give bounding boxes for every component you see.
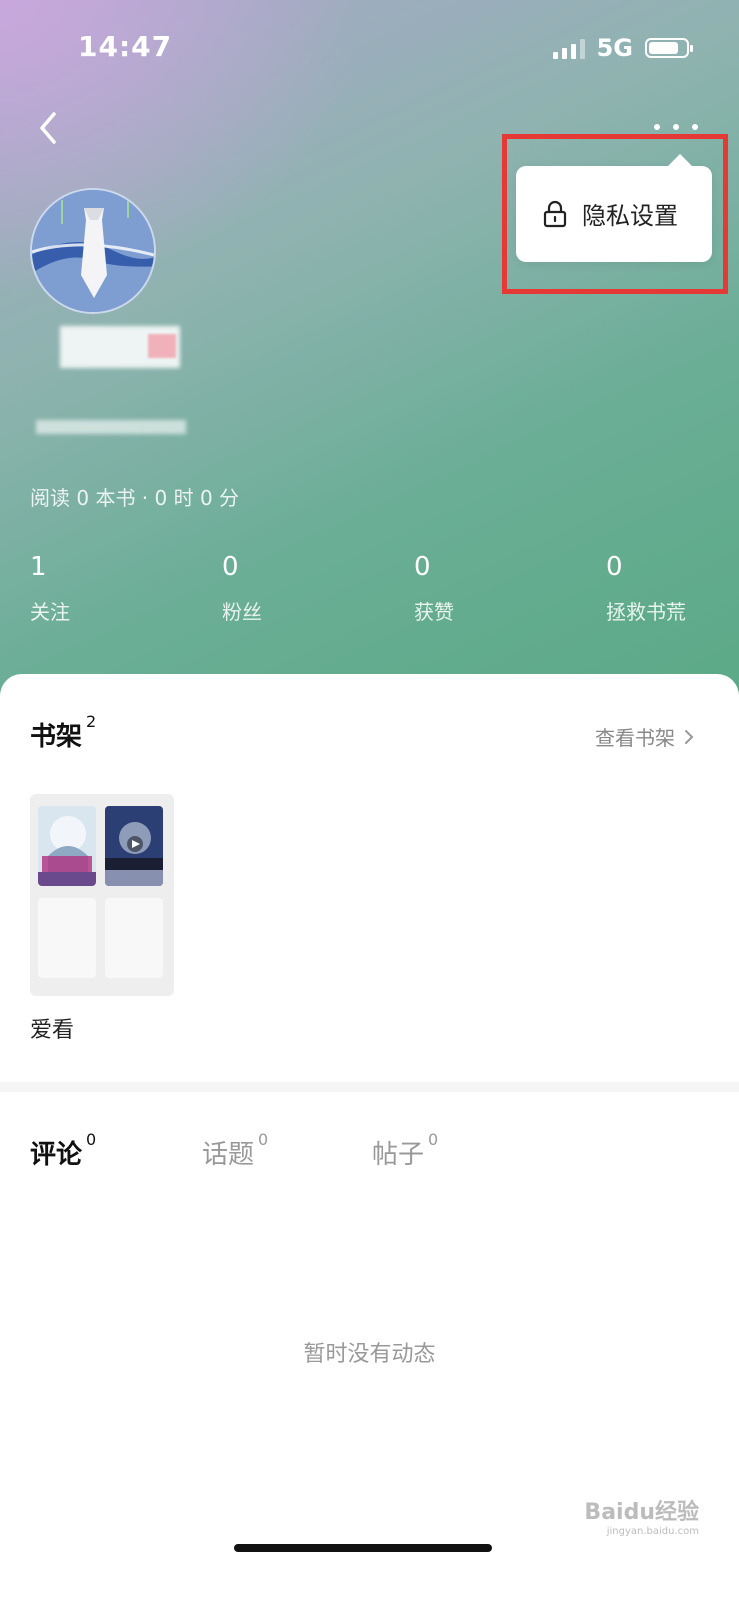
book-cover <box>38 806 96 886</box>
avatar[interactable] <box>30 188 156 314</box>
view-bookshelf-label: 查看书架 <box>595 726 675 750</box>
tab-count: 0 <box>258 1130 269 1149</box>
chevron-left-icon <box>40 112 56 144</box>
tab-topics[interactable]: 话题0 <box>202 1130 268 1171</box>
stat-value: 0 <box>222 552 239 582</box>
more-dots-icon <box>654 124 660 130</box>
reading-summary: 阅读 0 本书 · 0 时 0 分 <box>30 486 240 510</box>
status-indicators: 5G <box>552 34 693 62</box>
tab-comments[interactable]: 评论0 <box>30 1130 96 1171</box>
stat-likes[interactable]: 0 获赞 <box>414 552 454 625</box>
stat-value: 1 <box>30 552 47 582</box>
tab-label: 帖子 <box>372 1140 425 1170</box>
tab-label: 评论 <box>30 1140 83 1170</box>
chevron-right-icon <box>685 729 694 744</box>
view-bookshelf-link[interactable]: 查看书架 <box>595 722 695 751</box>
avatar-image <box>32 190 154 312</box>
bookshelf-title: 书架2 <box>30 712 96 753</box>
stat-book-rescue[interactable]: 0 拯救书荒 <box>606 552 686 625</box>
watermark-brand: Baidu经验 <box>584 1500 699 1525</box>
stat-value: 0 <box>414 552 431 582</box>
network-type: 5G <box>596 34 633 62</box>
stat-label: 拯救书荒 <box>606 600 686 624</box>
home-indicator[interactable] <box>234 1544 492 1552</box>
bookshelf-folder-name: 爱看 <box>30 1018 75 1043</box>
bookshelf-count: 2 <box>86 712 97 731</box>
tab-posts[interactable]: 帖子0 <box>372 1130 438 1171</box>
bio-redacted <box>36 420 186 434</box>
stat-followers[interactable]: 0 粉丝 <box>222 552 262 625</box>
stat-value: 0 <box>606 552 623 582</box>
empty-activity-text: 暂时没有动态 <box>303 1342 436 1367</box>
book-cover-placeholder <box>38 898 96 978</box>
watermark-url: jingyan.baidu.com <box>606 1526 699 1537</box>
username-redacted-accent <box>148 334 176 358</box>
signal-icon <box>552 37 585 59</box>
battery-icon <box>645 38 693 58</box>
back-button[interactable] <box>30 108 70 148</box>
stat-following[interactable]: 1 关注 <box>30 552 70 625</box>
tab-count: 0 <box>86 1130 97 1149</box>
tab-label: 话题 <box>202 1140 255 1170</box>
bookshelf-folder[interactable] <box>30 794 174 996</box>
stat-label: 粉丝 <box>222 600 262 624</box>
annotation-highlight-box <box>502 134 728 294</box>
watermark: Baidu经验 jingyan.baidu.com <box>584 1494 699 1537</box>
stat-label: 获赞 <box>414 600 454 624</box>
book-cover-placeholder <box>105 898 163 978</box>
book-cover <box>105 806 163 886</box>
tab-count: 0 <box>428 1130 439 1149</box>
section-divider <box>0 1082 739 1092</box>
bookshelf-title-text: 书架 <box>30 722 83 752</box>
status-time: 14:47 <box>78 30 173 63</box>
stat-label: 关注 <box>30 600 70 624</box>
